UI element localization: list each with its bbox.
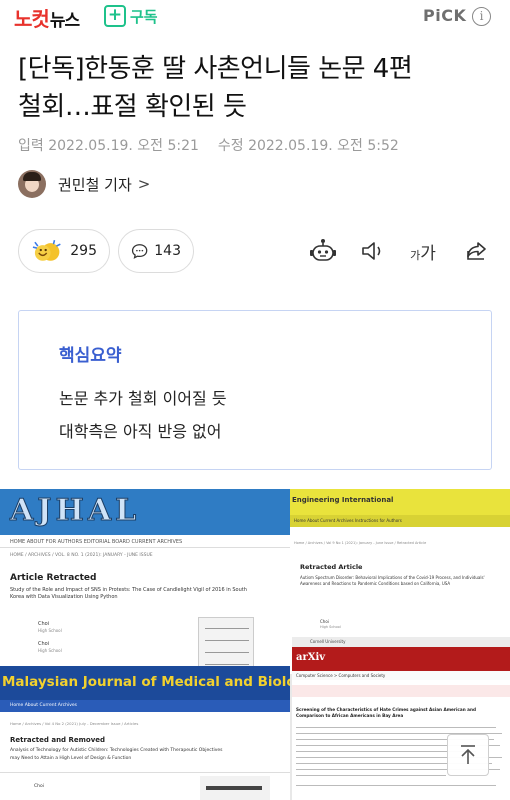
arxiv-logo: arXiv bbox=[296, 652, 326, 663]
malaysian-breadcrumb: Home / Archives / Vol 4 No 2 (2021) July… bbox=[10, 721, 139, 726]
engineering-breadcrumb: Home / Archives / Vol 9 No 1 (2021): Jan… bbox=[294, 541, 427, 545]
malaysian-nav: Home About Current Archives bbox=[10, 703, 77, 708]
press-logo[interactable]: 노컷 뉴스 bbox=[14, 3, 80, 32]
brand-red-text: 노컷 bbox=[14, 7, 50, 31]
top-bar: 노컷 뉴스 + 구독 PiCK i bbox=[0, 0, 510, 34]
malaysian-heading: Retracted and Removed bbox=[10, 736, 106, 744]
engineering-abstract-1: Autism Spectrum Disorder: Behavioral Imp… bbox=[300, 575, 485, 580]
reporter-link[interactable]: 권민철 기자 > bbox=[18, 170, 150, 198]
scroll-to-top-button[interactable] bbox=[447, 734, 489, 776]
malaysian-title: Malaysian Journal of Medical and Biolog bbox=[2, 674, 290, 690]
share-icon bbox=[467, 242, 486, 260]
engineering-nav: Home About Current Archives Instructions… bbox=[294, 518, 402, 523]
chevron-right-icon: > bbox=[137, 175, 151, 193]
plus-icon: + bbox=[104, 5, 126, 27]
ajhal-author-2: Choi bbox=[38, 641, 50, 647]
engineering-abstract-2: Awareness and Reactions to Pandemic Cond… bbox=[300, 581, 451, 586]
arxiv-title-1: Screening of the Characteristics of Hate… bbox=[296, 707, 476, 712]
like-count: 295 bbox=[70, 243, 97, 259]
modified-label: 수정 bbox=[217, 138, 244, 154]
modified-time: 2022.05.19. 오전 5:52 bbox=[248, 138, 399, 154]
pick-label: PiCK bbox=[423, 6, 467, 25]
avatar bbox=[18, 170, 46, 198]
ajhal-page: AJHAL HOME ABOUT FOR AUTHORS EDITORIAL B… bbox=[0, 489, 292, 674]
comment-count: 143 bbox=[154, 243, 181, 259]
ajhal-author-1: Choi bbox=[38, 621, 50, 627]
headline-line-1: [단독]한동훈 딸 사촌언니들 논문 4편 bbox=[18, 54, 413, 84]
summary-title: 핵심요약 bbox=[59, 346, 122, 366]
brand-black-text: 뉴스 bbox=[49, 11, 80, 31]
audio-button[interactable] bbox=[358, 237, 388, 265]
ajhal-heading: Article Retracted bbox=[10, 573, 97, 583]
ajhal-abstract-2: Korea with Data Visualization Using Pyth… bbox=[10, 594, 118, 600]
robot-icon bbox=[310, 239, 336, 261]
arxiv-section: Computer Science > Computers and Society bbox=[296, 673, 386, 678]
reporter-name: 권민철 기자 bbox=[58, 175, 132, 194]
input-label: 입력 bbox=[18, 138, 44, 154]
summary-line-1: 논문 추가 철회 이어질 듯 bbox=[59, 389, 227, 408]
subscribe-button[interactable]: + 구독 bbox=[104, 5, 158, 27]
malaysian-abstract-2: may Need to Attain a High Level of Desig… bbox=[10, 756, 132, 761]
summary-bot-button[interactable] bbox=[308, 237, 338, 265]
key-summary-box: 핵심요약 논문 추가 철회 이어질 듯 대학측은 아직 반응 없어 bbox=[18, 310, 492, 470]
summary-line-2: 대학측은 아직 반응 없어 bbox=[59, 422, 222, 441]
headline-line-2: 철회…표절 확인된 듯 bbox=[18, 92, 247, 122]
arxiv-title-2: Comparison to African Americans in Bay A… bbox=[296, 713, 404, 718]
malaysian-abstract-1: Analysis of Technology for Autistic Chil… bbox=[10, 748, 223, 753]
speaker-icon bbox=[362, 242, 381, 260]
comment-icon bbox=[131, 244, 148, 259]
article-headline: [단독]한동훈 딸 사촌언니들 논문 4편 철회…표절 확인된 듯 bbox=[18, 50, 498, 126]
ajhal-abstract-1: Study of the Role and Impact of SNS in P… bbox=[10, 587, 247, 593]
ajhal-author-2-school: High School bbox=[38, 648, 62, 653]
ajhal-nav: HOME ABOUT FOR AUTHORS EDITORIAL BOARD C… bbox=[10, 539, 183, 545]
font-small-glyph: 가 bbox=[410, 248, 421, 262]
font-large-glyph: 가 bbox=[420, 243, 436, 264]
article-photo[interactable]: AJHAL HOME ABOUT FOR AUTHORS EDITORIAL B… bbox=[0, 489, 510, 800]
arrow-up-icon bbox=[461, 745, 475, 764]
engineering-author: Choi bbox=[320, 619, 329, 624]
clap-icon bbox=[32, 240, 61, 261]
input-time: 2022.05.19. 오전 5:21 bbox=[48, 138, 199, 154]
comment-button[interactable]: 143 bbox=[118, 229, 194, 273]
ajhal-author-1-school: High School bbox=[38, 628, 62, 633]
ajhal-breadcrumb: HOME / ARCHIVES / VOL. 8 NO. 1 (2021): J… bbox=[10, 553, 153, 558]
engineering-heading: Retracted Article bbox=[300, 563, 363, 571]
info-icon[interactable]: i bbox=[472, 7, 491, 26]
malaysian-journal-page: Malaysian Journal of Medical and Biolog … bbox=[0, 666, 290, 800]
article-dates: 입력 2022.05.19. 오전 5:21 수정 2022.05.19. 오전… bbox=[18, 135, 399, 155]
engineering-page: Engineering International Home About Cur… bbox=[290, 489, 510, 641]
subscribe-label: 구독 bbox=[130, 7, 158, 26]
reaction-button[interactable]: 295 bbox=[18, 229, 110, 273]
arxiv-header: Cornell University bbox=[310, 639, 346, 644]
engineering-title: Engineering International bbox=[292, 496, 394, 504]
font-size-button[interactable]: 가가 bbox=[408, 237, 438, 265]
font-size-icon: 가가 bbox=[410, 239, 436, 264]
malaysian-thumbnail bbox=[200, 776, 270, 800]
ajhal-chart-thumbnail bbox=[198, 617, 254, 673]
malaysian-author: Choi bbox=[34, 784, 44, 789]
ajhal-logo: AJHAL bbox=[9, 493, 141, 529]
share-button[interactable] bbox=[462, 237, 492, 265]
engineering-author-school: High School bbox=[320, 625, 341, 629]
action-row: 295 143 가가 bbox=[18, 229, 498, 273]
